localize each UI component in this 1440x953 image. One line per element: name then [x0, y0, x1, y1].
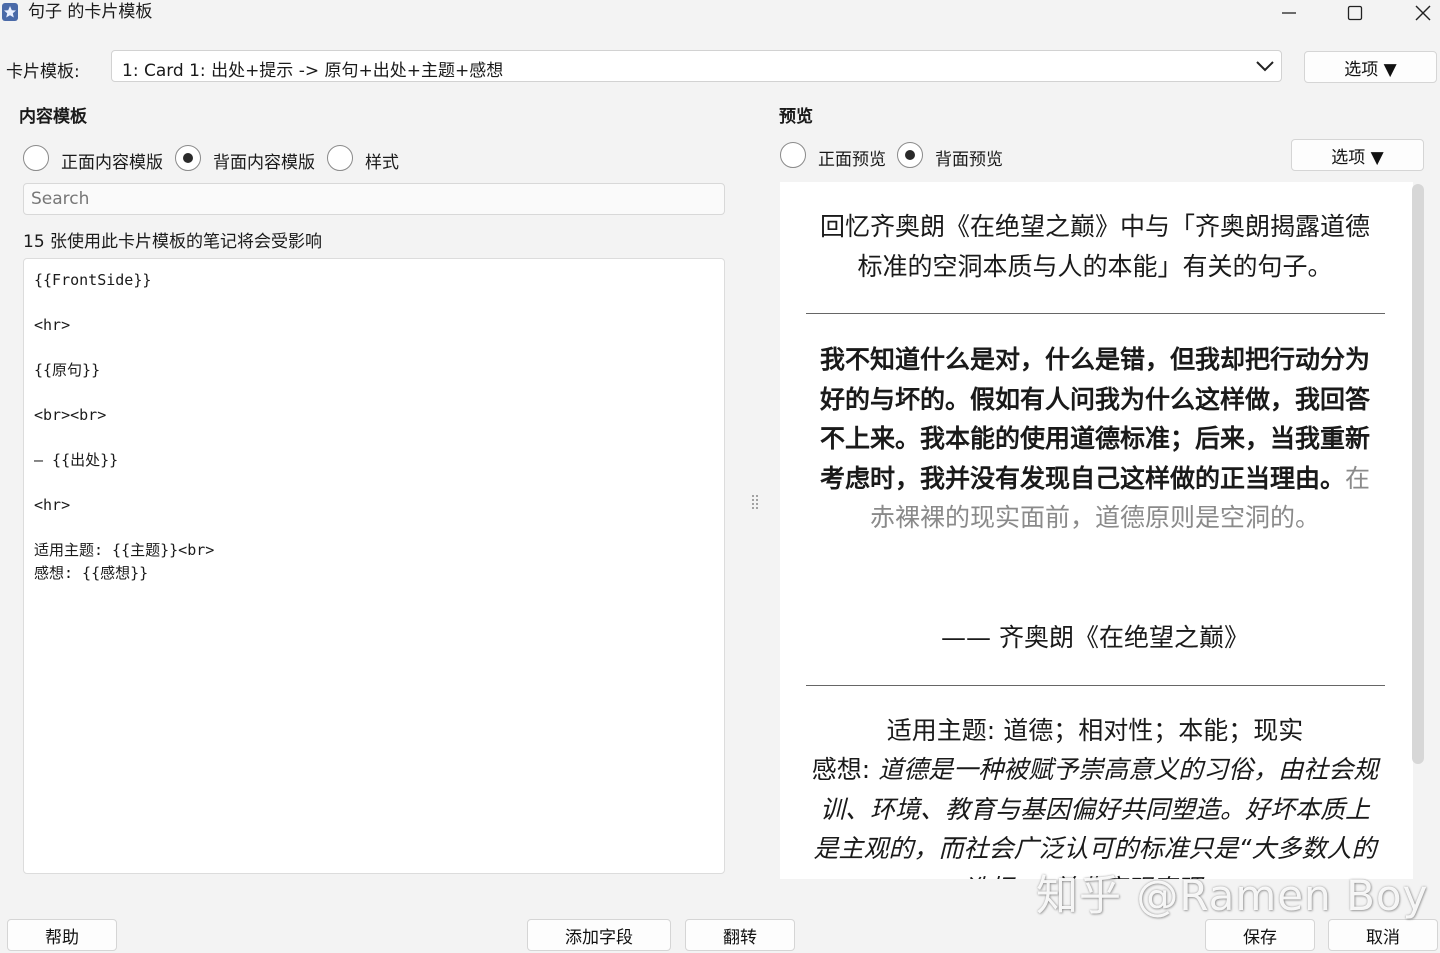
close-window-button[interactable]	[1400, 0, 1440, 26]
back-template-radio[interactable]	[175, 145, 201, 171]
back-preview-radio[interactable]	[897, 142, 923, 168]
preview-quote-bold: 我不知道什么是对，什么是错，但我却把行动分为好的与坏的。假如有人问我为什么这样做…	[819, 345, 1370, 493]
preview-topics: 适用主题: 道德；相对性；本能；现实	[810, 711, 1380, 751]
preview-divider	[806, 313, 1385, 314]
front-preview-radio-label[interactable]: 正面预览	[818, 145, 886, 170]
back-preview-radio-label[interactable]: 背面预览	[935, 145, 1003, 170]
add-field-button[interactable]: 添加字段	[527, 919, 671, 951]
splitter-handle-icon[interactable]	[751, 493, 759, 511]
preview-thoughts-value: 道德是一种被赋予崇高意义的习俗，由社会规训、环境、教育与基因偏好共同塑造。好坏本…	[813, 755, 1379, 879]
front-template-radio-label[interactable]: 正面内容模版	[61, 148, 163, 173]
front-preview-radio[interactable]	[780, 142, 806, 168]
title-bar	[0, 0, 1440, 28]
watermark-text: 知乎 @Ramen Boy	[1036, 871, 1429, 920]
minimize-button[interactable]	[1266, 0, 1312, 26]
card-template-label: 卡片模板:	[6, 62, 80, 82]
minimize-icon	[1282, 12, 1296, 14]
preview-quote: 我不知道什么是对，什么是错，但我却把行动分为好的与坏的。假如有人问我为什么这样做…	[810, 340, 1380, 538]
close-icon	[1415, 5, 1431, 21]
content-template-heading: 内容模板	[19, 107, 87, 127]
preview-prompt: 回忆齐奥朗《在绝望之巅》中与「齐奥朗揭露道德标准的空洞本质与人的本能」有关的句子…	[819, 212, 1370, 281]
preview-thoughts-label: 感想:	[811, 755, 871, 784]
window-title: 句子 的卡片模板	[28, 2, 153, 22]
card-template-select[interactable]: 1: Card 1: 出处+提示 -> 原句+出处+主题+感想	[111, 50, 1282, 82]
front-template-radio[interactable]	[23, 145, 49, 171]
template-options-button[interactable]: 选项 ▼	[1304, 51, 1437, 83]
preview-divider	[806, 685, 1385, 686]
preview-options-button[interactable]: 选项 ▼	[1291, 139, 1424, 171]
preview-heading: 预览	[779, 107, 813, 127]
save-button[interactable]: 保存	[1205, 919, 1315, 951]
search-input[interactable]	[23, 183, 725, 215]
preview-scrollbar-thumb[interactable]	[1412, 184, 1424, 764]
maximize-icon	[1347, 5, 1363, 21]
preview-topics-value: 道德；相对性；本能；现实	[1003, 716, 1304, 745]
cancel-button[interactable]: 取消	[1328, 919, 1438, 951]
help-button[interactable]: 帮助	[7, 919, 117, 951]
flip-button[interactable]: 翻转	[685, 919, 795, 951]
chevron-down-icon	[1256, 61, 1274, 72]
styling-radio[interactable]	[327, 145, 353, 171]
card-preview: 回忆齐奥朗《在绝望之巅》中与「齐奥朗揭露道德标准的空洞本质与人的本能」有关的句子…	[780, 182, 1427, 879]
back-template-radio-label[interactable]: 背面内容模版	[213, 148, 315, 173]
affected-notes-text: 15 张使用此卡片模板的笔记将会受影响	[23, 232, 323, 252]
preview-thoughts: 感想: 道德是一种被赋予崇高意义的习俗，由社会规训、环境、教育与基因偏好共同塑造…	[810, 750, 1380, 879]
preview-topics-label: 适用主题:	[886, 716, 996, 745]
app-star-icon	[2, 3, 18, 21]
preview-source: —— 齐奥朗《在绝望之巅》	[941, 623, 1249, 652]
template-editor[interactable]: {{FrontSide}} <hr> {{原句}} <br><br> — {{出…	[23, 258, 725, 874]
card-template-value: 1: Card 1: 出处+提示 -> 原句+出处+主题+感想	[122, 61, 504, 81]
styling-radio-label[interactable]: 样式	[365, 148, 399, 173]
maximize-button[interactable]	[1332, 0, 1378, 26]
